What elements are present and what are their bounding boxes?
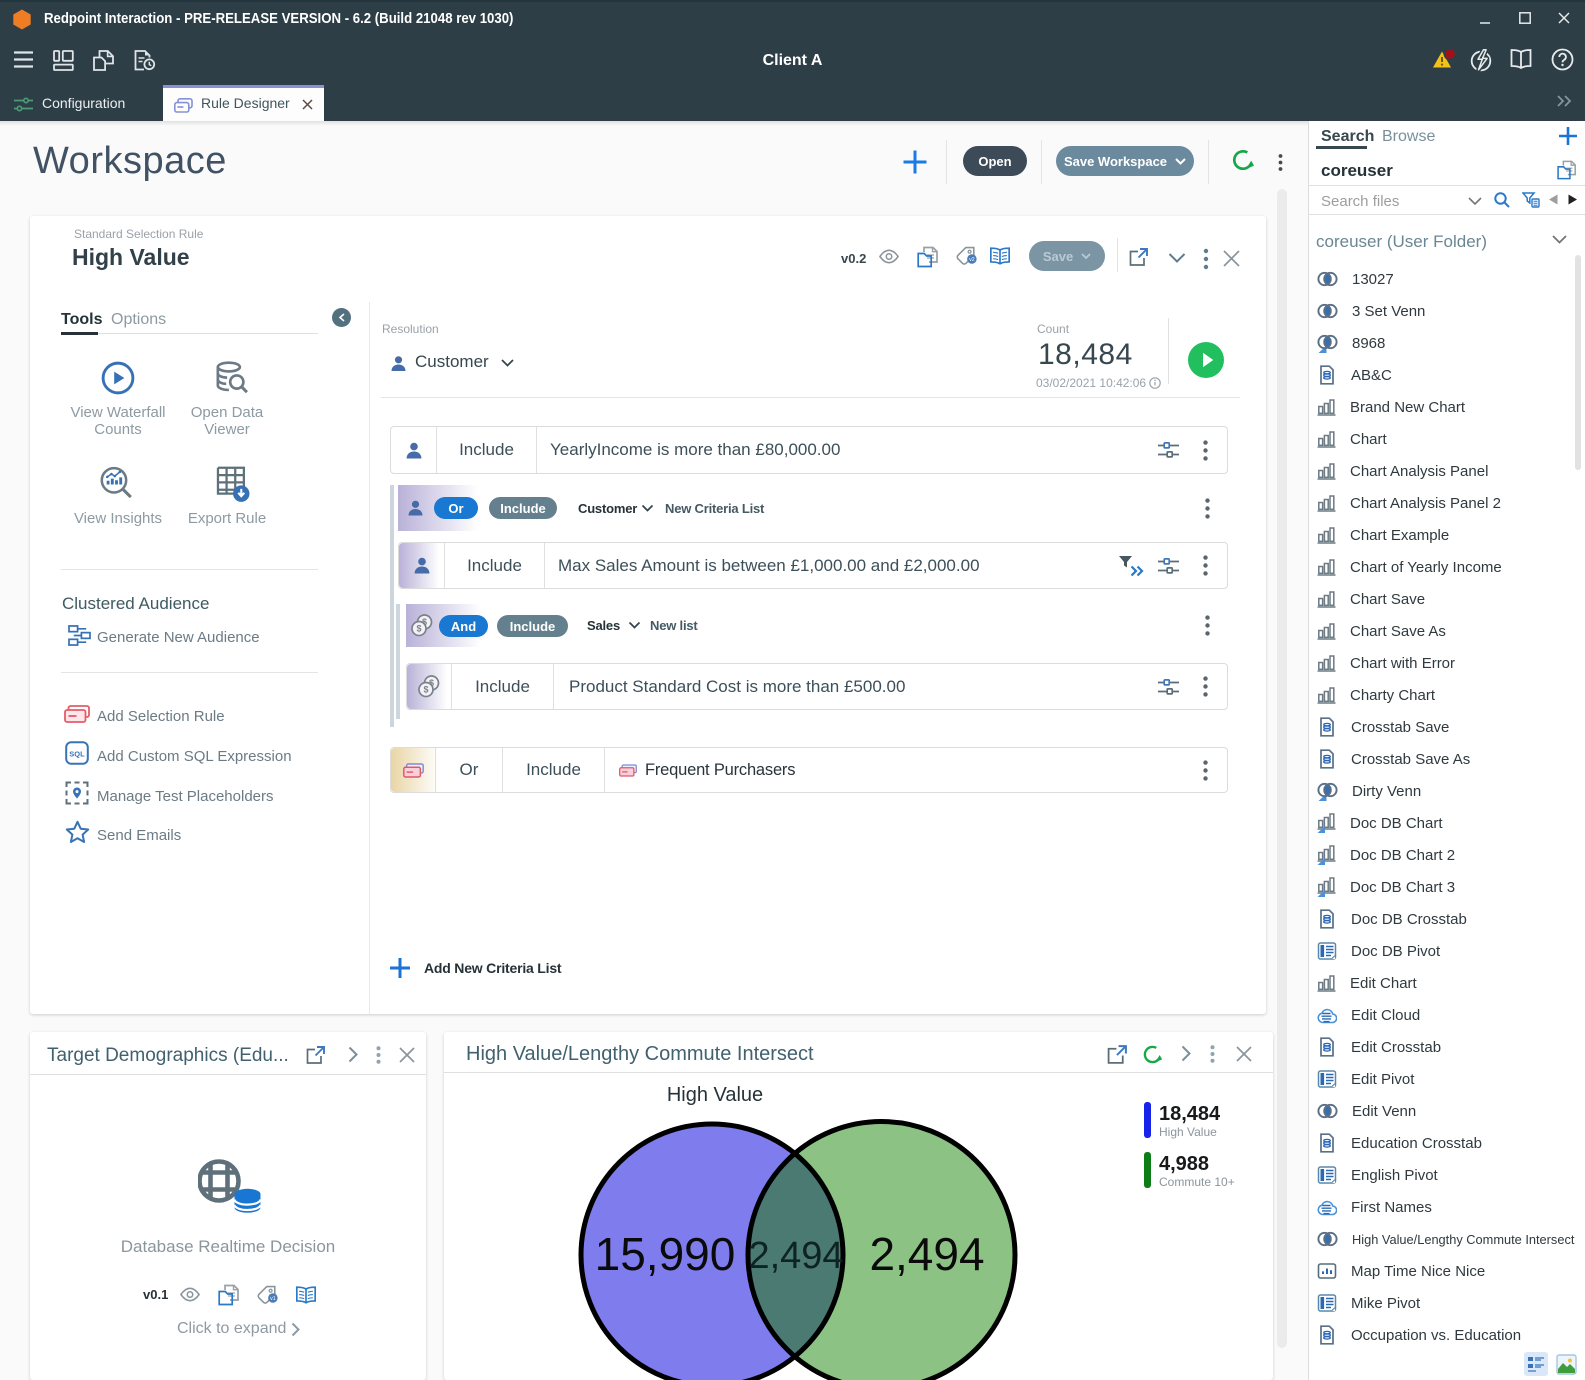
svg-text:SQL: SQL xyxy=(69,750,85,759)
svg-text:2,494: 2,494 xyxy=(748,1235,843,1277)
svg-text:$: $ xyxy=(423,685,428,695)
svg-text:2,494: 2,494 xyxy=(869,1228,984,1280)
svg-text:v2: v2 xyxy=(969,257,975,263)
svg-text:$: $ xyxy=(416,624,421,634)
svg-text:15,990: 15,990 xyxy=(595,1228,736,1280)
svg-text:v1: v1 xyxy=(270,1296,276,1302)
